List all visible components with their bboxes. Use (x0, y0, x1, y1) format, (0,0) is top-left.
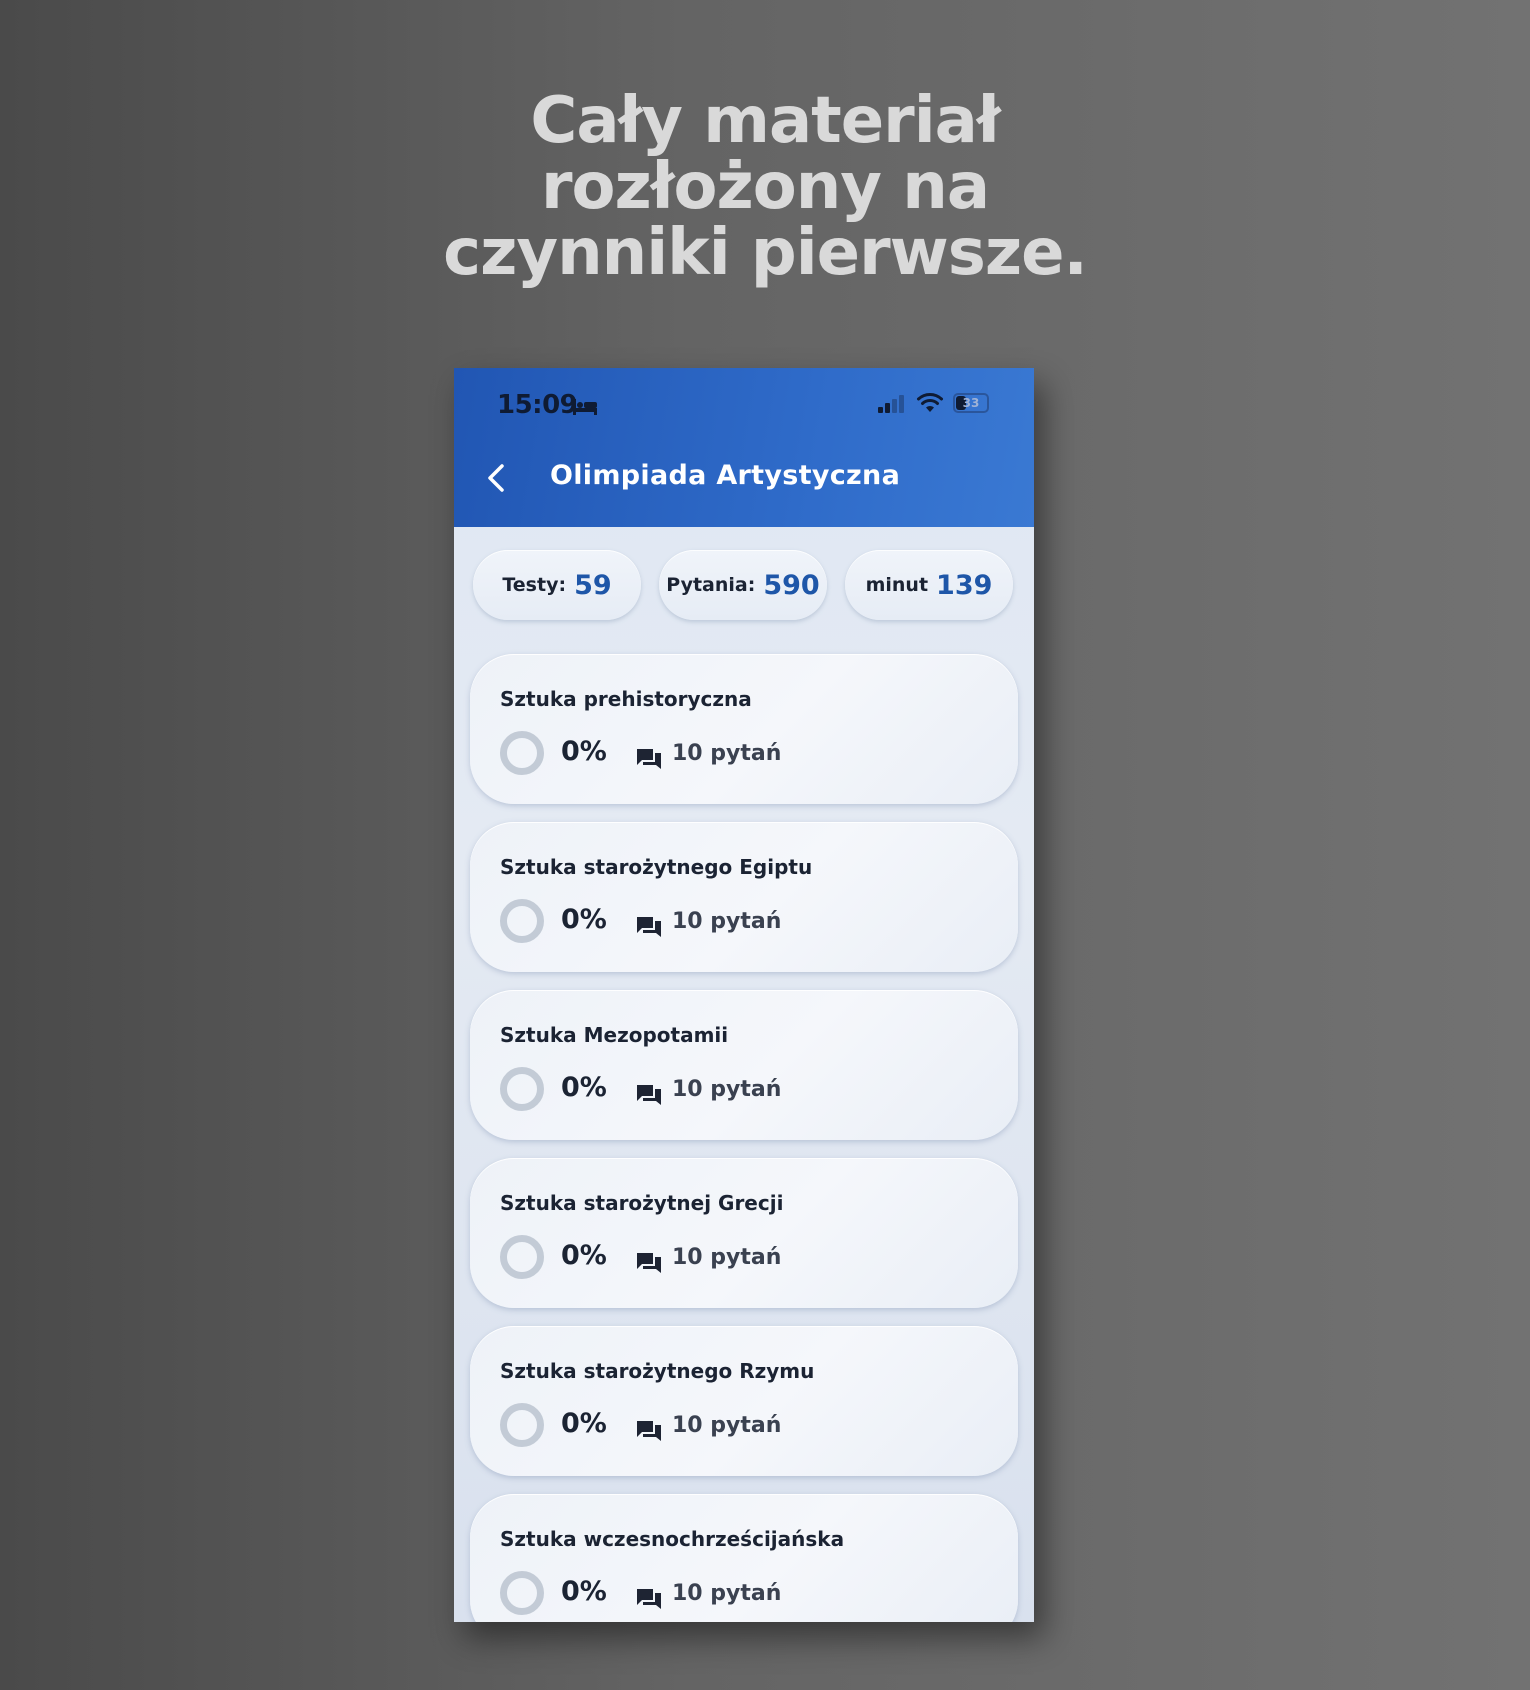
topic-card-mesopotamia[interactable]: Sztuka Mezopotamii 0% 10 pytań (470, 990, 1018, 1140)
stat-questions: Pytania: 590 (659, 550, 827, 620)
question-count: 10 pytań (672, 1245, 782, 1270)
stat-tests: Testy: 59 (473, 550, 641, 620)
stat-tests-label: Testy: (502, 574, 567, 596)
chat-bubbles-icon (637, 1589, 661, 1609)
topic-title: Sztuka Mezopotamii (500, 1023, 729, 1047)
progress-percentage: 0% (561, 904, 607, 935)
headline-line-1: Cały materiał (530, 84, 1000, 158)
progress-ring (500, 1403, 544, 1447)
stat-minutes-label: minut (865, 574, 929, 596)
progress-ring (500, 731, 544, 775)
question-count: 10 pytań (672, 1413, 782, 1438)
status-time: 15:09 (497, 390, 578, 420)
promo-headline: Cały materiał rozłożony na czynniki pier… (0, 88, 1530, 286)
chat-bubbles-icon (637, 1421, 661, 1441)
topic-card-greece[interactable]: Sztuka starożytnej Grecji 0% 10 pytań (470, 1158, 1018, 1308)
headline-line-2: rozłożony na (540, 150, 990, 224)
chevron-left-icon (488, 464, 504, 492)
topic-card-early-christian[interactable]: Sztuka wczesnochrześcijańska 0% 10 pytań (470, 1494, 1018, 1622)
stat-questions-value: 590 (763, 569, 820, 601)
topic-title: Sztuka wczesnochrześcijańska (500, 1527, 845, 1551)
progress-percentage: 0% (561, 1240, 607, 1271)
stat-minutes: minut 139 (845, 550, 1013, 620)
progress-percentage: 0% (561, 1072, 607, 1103)
battery-icon: 33 (953, 393, 989, 413)
signal-icon (878, 395, 904, 413)
chat-bubbles-icon (637, 749, 661, 769)
stat-questions-label: Pytania: (666, 574, 756, 596)
chat-bubbles-icon (637, 917, 661, 937)
progress-percentage: 0% (561, 1576, 607, 1607)
progress-ring (500, 1067, 544, 1111)
topic-title: Sztuka starożytnego Rzymu (500, 1359, 815, 1383)
progress-ring (500, 899, 544, 943)
screen-title: Olimpiada Artystyczna (550, 460, 901, 491)
app-header: 15:09 33 Olimpiada Artystyczna (454, 368, 1034, 527)
question-count: 10 pytań (672, 1077, 782, 1102)
topic-title: Sztuka prehistoryczna (500, 687, 752, 711)
stat-tests-value: 59 (574, 569, 612, 601)
wifi-icon (917, 393, 943, 412)
topic-title: Sztuka starożytnego Egiptu (500, 855, 813, 879)
chat-bubbles-icon (637, 1253, 661, 1273)
chat-bubbles-icon (637, 1085, 661, 1105)
headline-line-3: czynniki pierwsze. (443, 216, 1088, 290)
topic-title: Sztuka starożytnej Grecji (500, 1191, 784, 1215)
progress-ring (500, 1571, 544, 1615)
battery-percentage: 33 (962, 396, 980, 410)
progress-ring (500, 1235, 544, 1279)
back-button[interactable] (482, 460, 512, 496)
phone-screen: 15:09 33 Olimpiada Artystyczna Testy: 59… (454, 368, 1034, 1622)
stat-minutes-value: 139 (936, 569, 993, 601)
question-count: 10 pytań (672, 1581, 782, 1606)
question-count: 10 pytań (672, 741, 782, 766)
bed-icon (573, 399, 597, 415)
topic-card-prehistoric[interactable]: Sztuka prehistoryczna 0% 10 pytań (470, 654, 1018, 804)
topic-card-egypt[interactable]: Sztuka starożytnego Egiptu 0% 10 pytań (470, 822, 1018, 972)
progress-percentage: 0% (561, 1408, 607, 1439)
topic-card-rome[interactable]: Sztuka starożytnego Rzymu 0% 10 pytań (470, 1326, 1018, 1476)
progress-percentage: 0% (561, 736, 607, 767)
question-count: 10 pytań (672, 909, 782, 934)
